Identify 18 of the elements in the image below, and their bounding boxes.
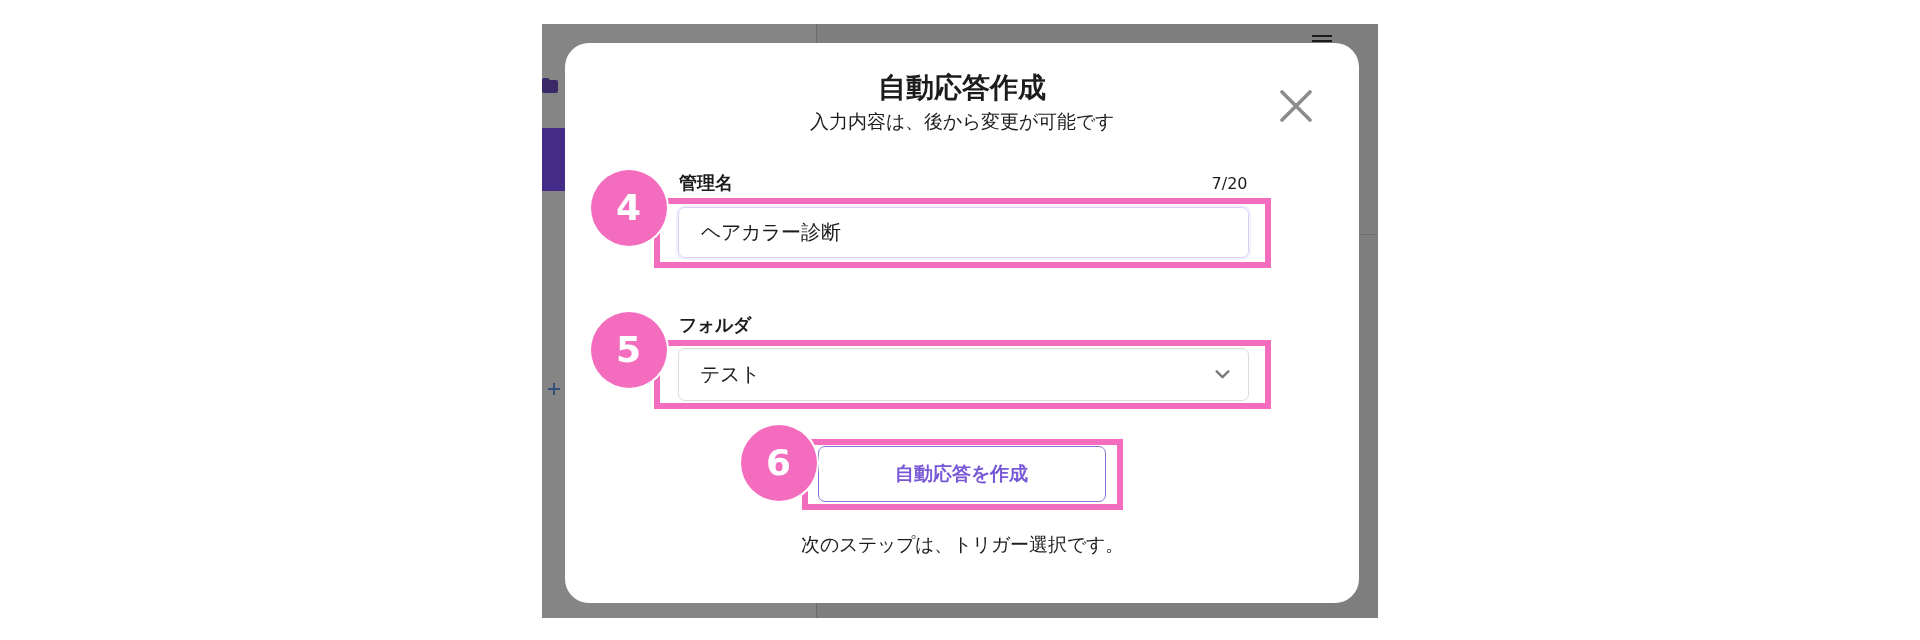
- name-input-field[interactable]: ヘアカラー診断: [677, 207, 1249, 258]
- step-number-marker: 6: [740, 425, 817, 501]
- step-number-marker: 5: [590, 312, 667, 388]
- dialog-title: 自動応答作成: [877, 70, 1047, 105]
- create-button[interactable]: 自動応答を作成: [817, 446, 1106, 502]
- folder-icon: [542, 78, 558, 93]
- field-label: 管理名: [678, 171, 733, 194]
- dialog-subtitle: 入力内容は、後から変更が可能です: [810, 109, 1114, 134]
- close-button[interactable]: [1280, 90, 1312, 122]
- field-label: フォルダ: [678, 313, 751, 336]
- step-number-marker: 4: [590, 170, 667, 246]
- folder-select[interactable]: テスト: [677, 348, 1249, 401]
- chevron-down-icon: [1214, 370, 1230, 379]
- character-counter: 7/20: [1211, 174, 1248, 194]
- menu-icon[interactable]: [1312, 35, 1332, 43]
- next-step-note: 次のステップは、トリガー選択です。: [800, 532, 1124, 557]
- plus-icon[interactable]: [548, 383, 560, 395]
- close-icon: [1280, 90, 1312, 122]
